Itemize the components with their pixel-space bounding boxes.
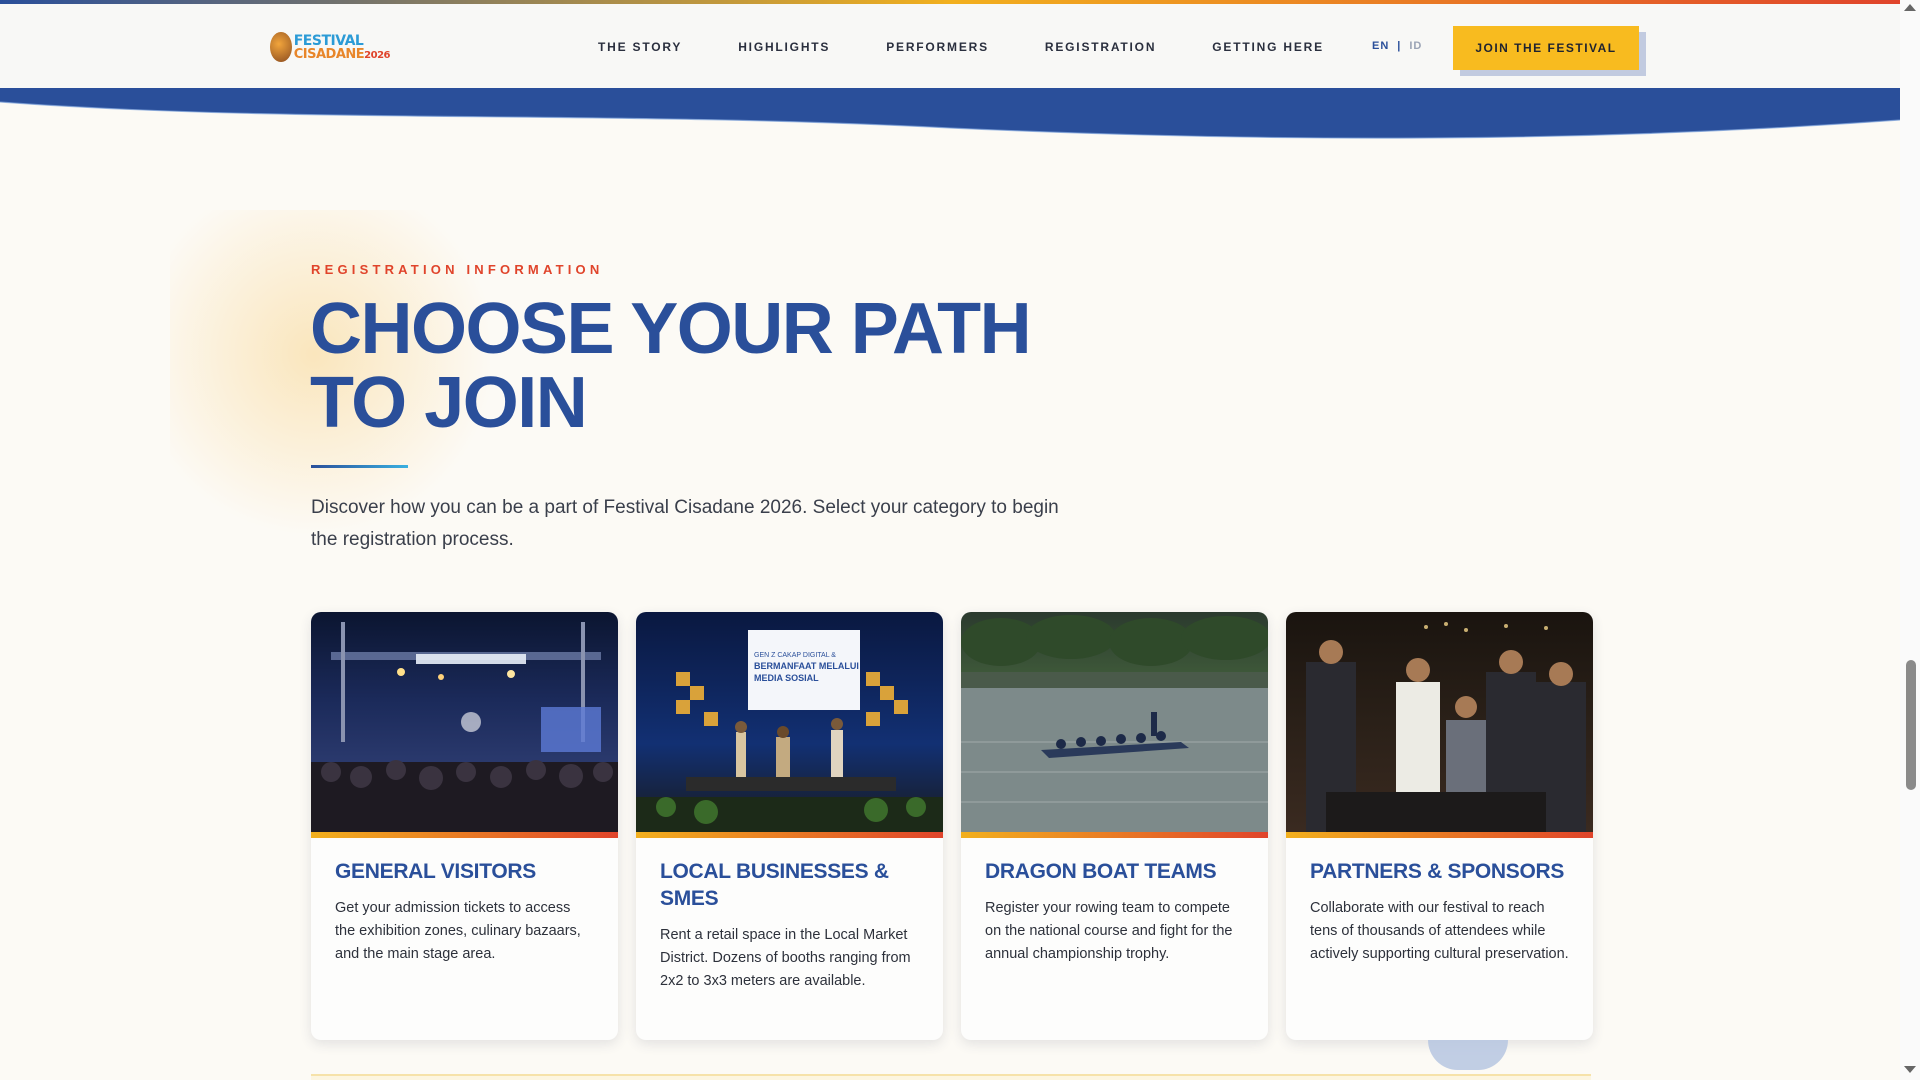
main-nav: THE STORY HIGHLIGHTS PERFORMERS REGISTRA… [598, 4, 1380, 89]
logo-year: 2026 [364, 49, 390, 61]
crowd-illustration [1306, 622, 1586, 832]
concert-photo [311, 612, 618, 832]
talkshow-photo: GEN Z CAKAP DIGITAL & BERMANFAAT MELALUI… [636, 612, 943, 832]
card-dragon-boat-teams[interactable]: DRAGON BOAT TEAMS Register your rowing t… [961, 612, 1268, 1040]
join-festival-button[interactable]: JOIN THE FESTIVAL [1453, 26, 1639, 70]
card-general-visitors[interactable]: GENERAL VISITORS Get your admission tick… [311, 612, 618, 1040]
card-local-businesses[interactable]: GEN Z CAKAP DIGITAL & BERMANFAAT MELALUI… [636, 612, 943, 1040]
page-scrollbar[interactable] [1900, 0, 1920, 1080]
banner-line3: MEDIA SOSIAL [754, 673, 819, 683]
header-wave [0, 88, 1900, 139]
partners-photo [1286, 612, 1593, 832]
card-description: Rent a retail space in the Local Market … [660, 927, 911, 989]
nav-registration[interactable]: REGISTRATION [1045, 40, 1156, 54]
nav-performers[interactable]: PERFORMERS [886, 40, 989, 54]
decorative-shape [1428, 1040, 1508, 1070]
scrollbar-thumb[interactable] [1906, 660, 1916, 790]
scroll-up-icon[interactable] [1904, 4, 1916, 11]
card-description: Register your rowing team to compete on … [985, 900, 1233, 962]
card-partners-sponsors[interactable]: PARTNERS & SPONSORS Collaborate with our… [1286, 612, 1593, 1040]
lang-en[interactable]: EN [1372, 40, 1389, 52]
card-title: LOCAL BUSINESSES & SMES [660, 860, 889, 910]
registration-cards: GENERAL VISITORS Get your admission tick… [311, 612, 1593, 1040]
card-title: GENERAL VISITORS [335, 860, 536, 883]
language-switcher: EN | ID [1372, 40, 1422, 52]
banner-line1: GEN Z CAKAP DIGITAL & [754, 652, 836, 659]
talkshow-illustration: GEN Z CAKAP DIGITAL & BERMANFAAT MELALUI… [636, 630, 943, 832]
nav-highlights[interactable]: HIGHLIGHTS [738, 40, 830, 54]
card-description: Collaborate with our festival to reach t… [1310, 900, 1569, 962]
banner-line2: BERMANFAAT MELALUI [754, 661, 859, 671]
logo-line1: FESTIVAL [293, 32, 364, 49]
logo-emblem-icon [270, 32, 292, 62]
lang-separator: | [1397, 40, 1402, 52]
next-section-edge [311, 1074, 1591, 1080]
festival-logo[interactable]: FESTIVAL CISADANE2026 [270, 26, 390, 68]
dragon-boat-photo [961, 612, 1268, 832]
card-description: Get your admission tickets to access the… [335, 900, 581, 962]
lang-id[interactable]: ID [1409, 40, 1422, 52]
site-header: FESTIVAL CISADANE2026 THE STORY HIGHLIGH… [0, 4, 1900, 89]
section-intro: Discover how you can be a part of Festiv… [311, 497, 1059, 550]
card-title: DRAGON BOAT TEAMS [985, 860, 1217, 883]
river-illustration [961, 615, 1268, 832]
card-title: PARTNERS & SPONSORS [1310, 860, 1565, 883]
section-eyebrow: REGISTRATION INFORMATION [311, 262, 604, 277]
concert-illustration [311, 622, 618, 832]
section-title: CHOOSE YOUR PATH TO JOIN [310, 289, 1032, 443]
logo-line2: CISADANE2026 [293, 46, 391, 62]
nav-the-story[interactable]: THE STORY [598, 40, 682, 54]
nav-getting-here[interactable]: GETTING HERE [1212, 40, 1324, 54]
scroll-down-icon[interactable] [1904, 1066, 1916, 1073]
title-underline [311, 465, 408, 468]
